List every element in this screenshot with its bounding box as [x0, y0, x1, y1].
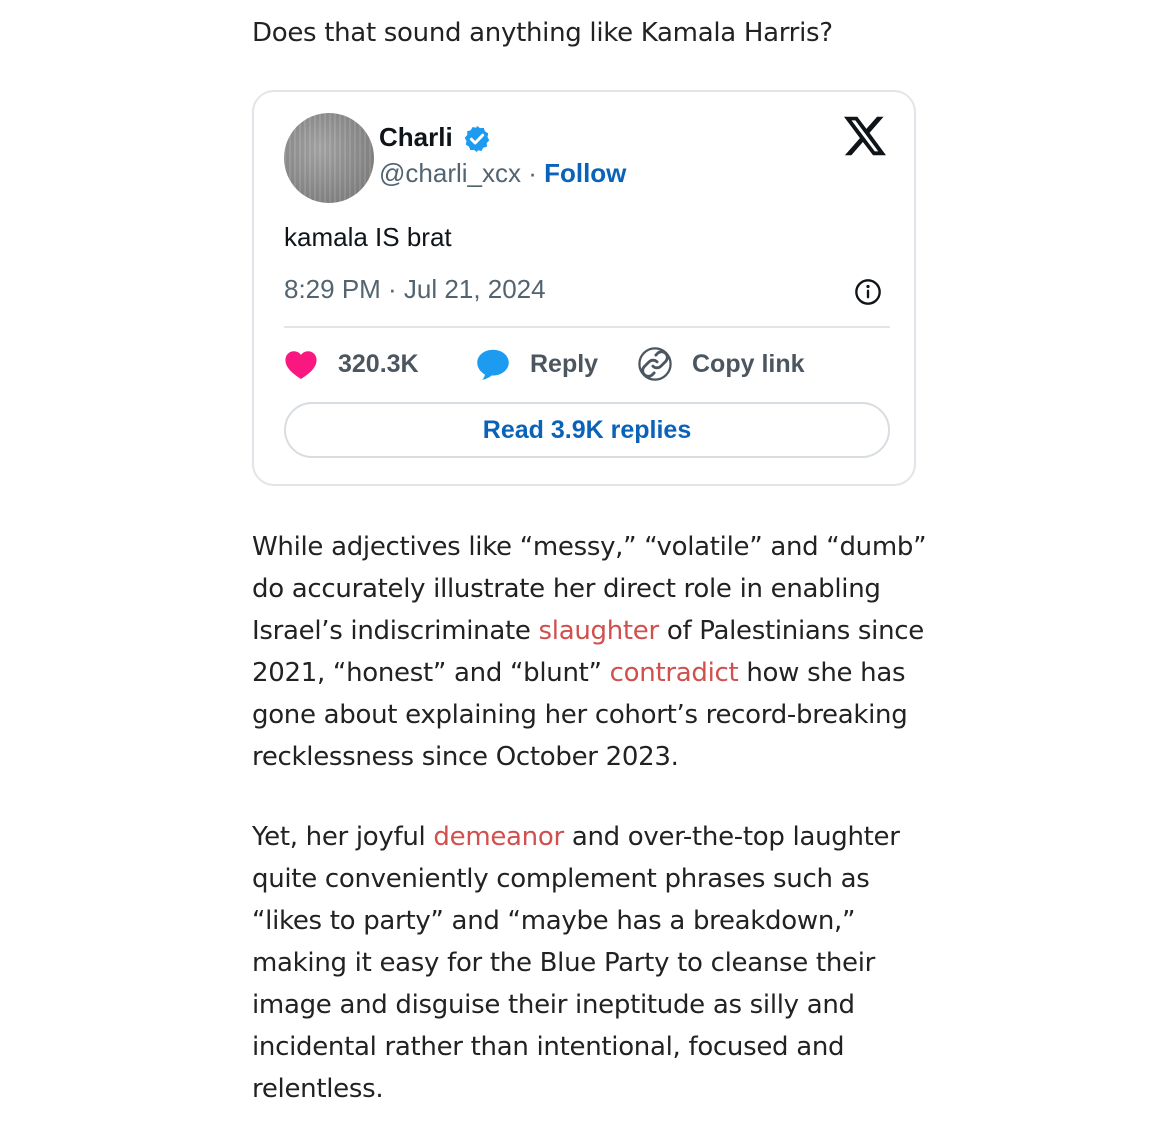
link-slaughter[interactable]: slaughter [539, 616, 660, 646]
link-demeanor[interactable]: demeanor [433, 822, 564, 852]
link-contradict[interactable]: contradict [610, 658, 739, 688]
like-count: 320.3K [338, 349, 419, 378]
verified-badge-icon [464, 125, 490, 153]
article-paragraph-1: While adjectives like “messy,” “volatile… [252, 526, 942, 778]
tweet-handle[interactable]: @charli_xcx [379, 158, 521, 188]
embedded-tweet[interactable]: Charli @charli_xcx · Follow kamala IS br… [252, 90, 916, 486]
reply-button[interactable]: Reply [474, 344, 598, 384]
paragraph-2-text-b: and over-the-top laughter quite convenie… [252, 822, 900, 1104]
link-icon [638, 347, 672, 381]
reply-label: Reply [530, 349, 599, 378]
handle-separator: · [520, 158, 545, 188]
paragraph-2-text-a: Yet, her joyful [252, 822, 434, 852]
copy-link-button[interactable]: Copy link [638, 344, 805, 384]
follow-button[interactable]: Follow [544, 158, 626, 188]
read-replies-button[interactable]: Read 3.9K replies [284, 402, 890, 458]
avatar[interactable] [284, 113, 374, 203]
tweet-text: kamala IS brat [284, 222, 452, 252]
tweet-handle-row: @charli_xcx · Follow [379, 158, 626, 189]
tweet-actions: 320.3K Reply Copy link [284, 344, 890, 384]
like-button[interactable]: 320.3K [284, 344, 419, 384]
copy-link-label: Copy link [692, 349, 805, 378]
tweet-author-name[interactable]: Charli [379, 122, 453, 153]
reply-bubble-icon [477, 349, 509, 380]
info-icon[interactable] [854, 278, 882, 306]
x-logo-icon[interactable] [844, 116, 886, 156]
tweet-divider [284, 326, 890, 328]
heart-icon [285, 351, 317, 380]
tweet-timestamp[interactable]: 8:29 PM · Jul 21, 2024 [284, 274, 546, 305]
intro-text: Does that sound anything like Kamala Har… [252, 18, 833, 48]
article-paragraph-2: Yet, her joyful demeanor and over-the-to… [252, 816, 942, 1110]
